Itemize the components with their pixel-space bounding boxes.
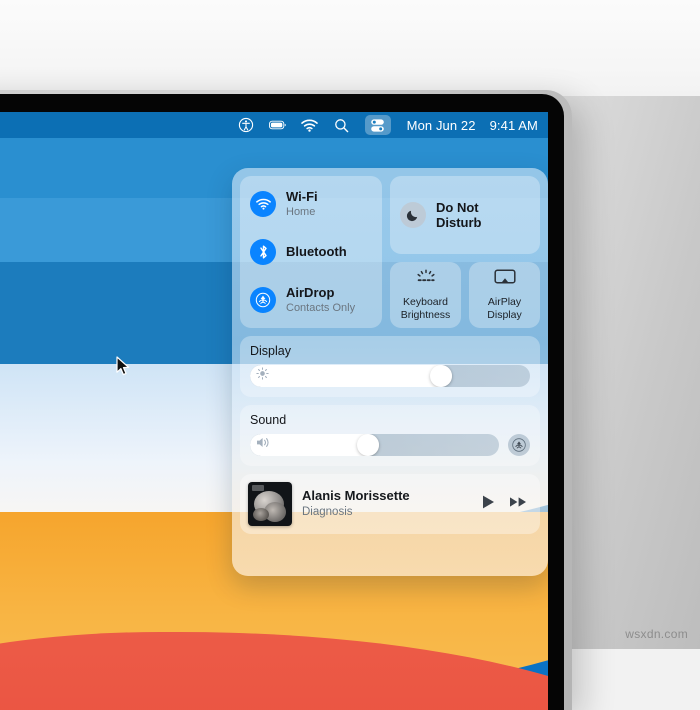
bluetooth-toggle[interactable]: Bluetooth [250, 234, 370, 270]
watermark: wsxdn.com [625, 627, 688, 641]
arrow-cursor [116, 356, 132, 378]
bluetooth-label: Bluetooth [286, 243, 347, 259]
airplay-display-icon [493, 269, 516, 292]
airdrop-text: AirDrop Contacts Only [286, 286, 355, 314]
keyboard-brightness-icon [414, 269, 438, 292]
display-title: Display [250, 344, 291, 358]
wifi-icon[interactable] [301, 116, 319, 134]
tile-row: Keyboard Brightness AirPlay Display [390, 262, 540, 328]
sound-slider-row [250, 434, 530, 456]
fast-forward-button[interactable] [509, 494, 528, 515]
keyboard-brightness-line2: Brightness [400, 308, 451, 321]
bluetooth-text: Bluetooth [286, 243, 347, 260]
display-slider-knob[interactable] [429, 365, 452, 387]
album-artwork[interactable] [248, 482, 292, 526]
airdrop-label: AirDrop [286, 285, 335, 301]
laptop-screen: Mon Jun 22 9:41 AM Wi-Fi Home Bluetooth … [0, 112, 548, 710]
wifi-label: Wi-Fi [286, 189, 318, 205]
airdrop-icon [250, 287, 276, 313]
search-icon[interactable] [333, 116, 351, 134]
keyboard-brightness-label: Keyboard Brightness [401, 296, 451, 321]
airplay-audio-button[interactable] [508, 434, 530, 456]
airdrop-toggle[interactable]: AirDrop Contacts Only [250, 282, 370, 318]
airplay-display-label: AirPlay Display [487, 296, 521, 321]
connectivity-module: Wi-Fi Home Bluetooth AirDrop Contacts On… [240, 176, 382, 328]
airplay-display-line2: Display [487, 308, 522, 321]
artwork-mark [252, 485, 264, 491]
menubar-date[interactable]: Mon Jun 22 [407, 118, 476, 133]
speaker-icon [256, 436, 272, 454]
keyboard-brightness-button[interactable]: Keyboard Brightness [390, 262, 461, 328]
now-playing-module: Alanis Morissette Diagnosis [240, 474, 540, 534]
fast-forward-icon [510, 496, 526, 507]
do-not-disturb-label: Do Not Disturb [436, 200, 482, 231]
dnd-label-line2: Disturb [436, 215, 482, 230]
sound-slider-knob[interactable] [357, 434, 380, 456]
do-not-disturb-toggle[interactable]: Do Not Disturb [390, 176, 540, 254]
control-center-top-row: Wi-Fi Home Bluetooth AirDrop Contacts On… [240, 176, 540, 328]
sound-title: Sound [250, 413, 287, 427]
wifi-icon [250, 191, 276, 217]
airdrop-visibility: Contacts Only [286, 301, 356, 314]
accessibility-icon[interactable] [237, 116, 255, 134]
sound-module: Sound [240, 405, 540, 466]
display-brightness-slider[interactable] [250, 365, 530, 387]
wifi-toggle[interactable]: Wi-Fi Home [250, 186, 370, 222]
play-button[interactable] [481, 494, 496, 515]
airplay-audio-icon [512, 438, 526, 452]
display-module: Display [240, 336, 540, 397]
sound-volume-slider[interactable] [250, 434, 499, 456]
control-center-icon[interactable] [364, 115, 391, 135]
now-playing-track: Diagnosis [302, 505, 353, 518]
now-playing-text: Alanis Morissette Diagnosis [302, 487, 471, 519]
control-center-panel: Wi-Fi Home Bluetooth AirDrop Contacts On… [232, 168, 548, 576]
control-center-right-column: Do Not Disturb Keyboard Brightness AirPl… [390, 176, 540, 328]
airplay-display-line1: AirPlay [487, 296, 522, 309]
brightness-icon [256, 367, 269, 385]
bluetooth-icon [250, 239, 276, 265]
display-slider-row [250, 365, 530, 387]
battery-icon[interactable] [268, 116, 287, 134]
wifi-text: Wi-Fi Home [286, 190, 318, 218]
now-playing-artist: Alanis Morissette [302, 487, 410, 503]
menubar-time[interactable]: 9:41 AM [490, 118, 538, 133]
page-top-fade [0, 0, 700, 96]
wifi-network-name: Home [286, 205, 316, 218]
play-icon [483, 495, 494, 508]
airplay-display-button[interactable]: AirPlay Display [469, 262, 540, 328]
artwork-shape [253, 508, 269, 521]
display-slider-fill [250, 365, 452, 387]
now-playing-controls [481, 494, 528, 515]
menu-bar: Mon Jun 22 9:41 AM [0, 112, 548, 138]
moon-icon [400, 202, 426, 228]
dnd-label-line1: Do Not [436, 199, 479, 215]
keyboard-brightness-line1: Keyboard [403, 296, 448, 309]
